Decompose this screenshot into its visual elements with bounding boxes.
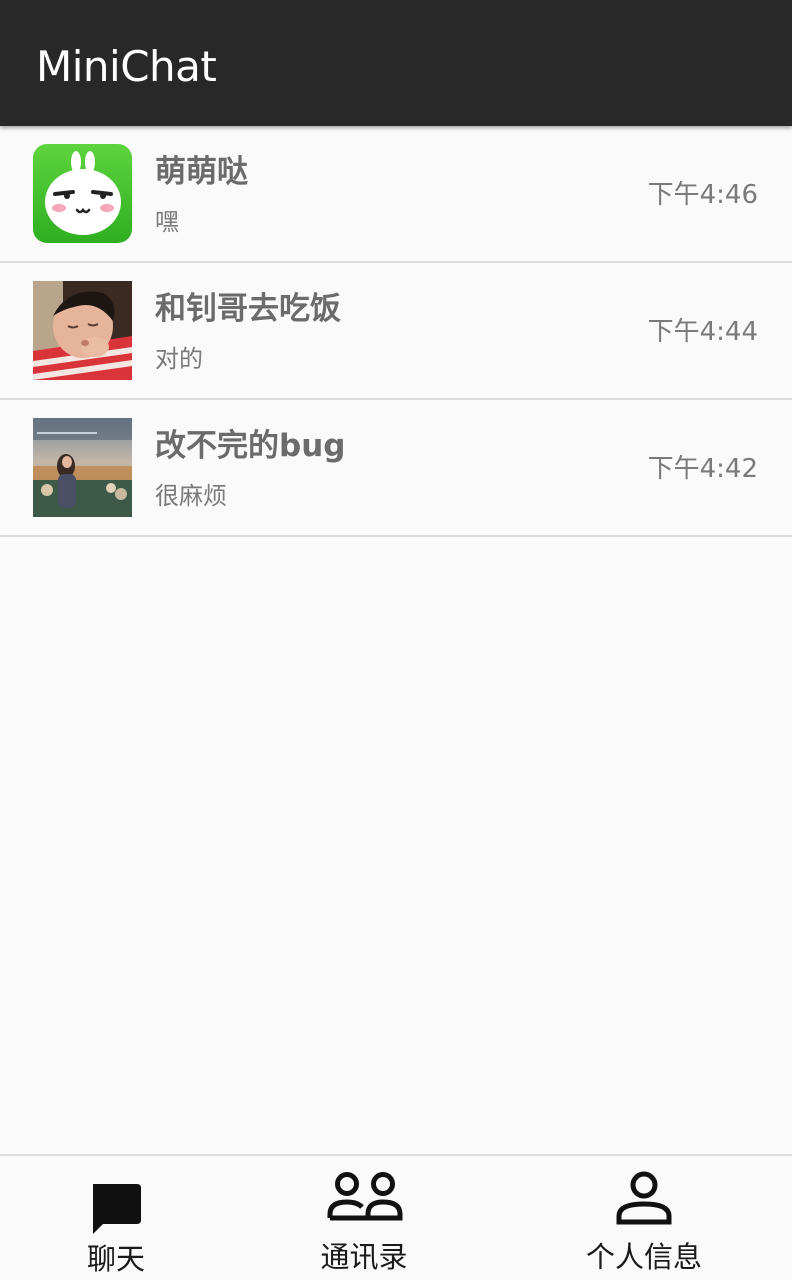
person-icon bbox=[616, 1171, 672, 1225]
chat-last-message: 嘿 bbox=[155, 208, 179, 236]
chat-time: 下午4:44 bbox=[647, 317, 758, 347]
chat-bubble-icon bbox=[93, 1184, 141, 1234]
app-bar: MiniChat bbox=[0, 0, 792, 126]
nav-label-chat: 聊天 bbox=[86, 1242, 145, 1276]
chat-list-item[interactable]: 改不完的bug 很麻烦 下午4:42 bbox=[0, 400, 792, 537]
chat-time: 下午4:42 bbox=[647, 454, 758, 484]
chat-time: 下午4:46 bbox=[647, 180, 758, 210]
chat-name: 改不完的bug bbox=[155, 428, 346, 464]
chat-list-item[interactable]: 和钊哥去吃饭 对的 下午4:44 bbox=[0, 263, 792, 400]
bottom-navigation: 聊天 通讯录 个人信息 bbox=[0, 1154, 792, 1280]
contacts-group-icon bbox=[327, 1172, 403, 1221]
nav-label-contacts: 通讯录 bbox=[320, 1240, 408, 1274]
chat-name: 和钊哥去吃饭 bbox=[155, 291, 341, 327]
nav-tab-contacts[interactable]: 通讯录 bbox=[232, 1156, 496, 1280]
chat-list-item[interactable]: 萌萌哒 嘿 下午4:46 bbox=[0, 126, 792, 263]
nav-label-profile: 个人信息 bbox=[585, 1240, 702, 1274]
app-title: MiniChat bbox=[36, 42, 217, 91]
chat-list: 萌萌哒 嘿 下午4:46 和钊哥去吃饭 对的 下午4:44 改不完的bug 很麻… bbox=[0, 126, 792, 537]
chat-last-message: 对的 bbox=[155, 345, 203, 373]
chat-last-message: 很麻烦 bbox=[155, 482, 227, 510]
outdoor-girl-photo-avatar bbox=[33, 418, 132, 517]
chat-name: 萌萌哒 bbox=[155, 154, 248, 190]
nav-tab-chat[interactable]: 聊天 bbox=[0, 1156, 232, 1280]
bunny-sticker-avatar bbox=[33, 144, 132, 243]
sleeping-child-photo-avatar bbox=[33, 281, 132, 380]
nav-tab-profile[interactable]: 个人信息 bbox=[496, 1156, 792, 1280]
